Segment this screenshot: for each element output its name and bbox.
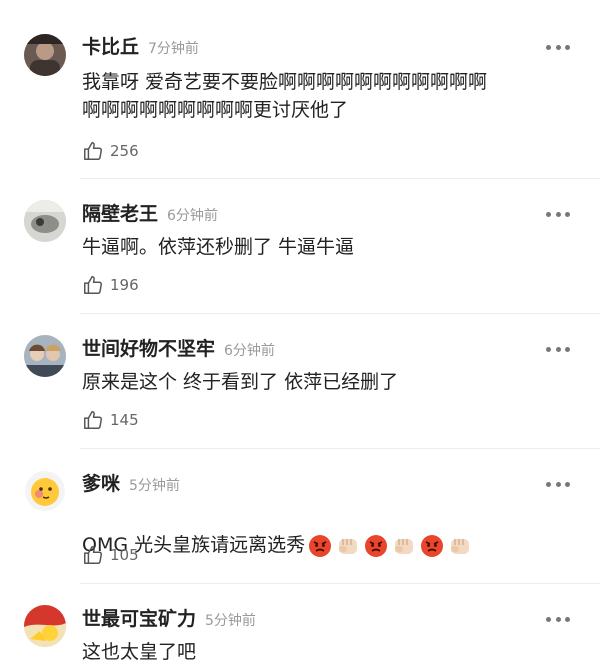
emoji-row — [308, 534, 472, 558]
username[interactable]: 隔壁老王 6分钟前 — [82, 203, 218, 227]
thumbs-up-icon — [84, 276, 102, 294]
username[interactable]: 卡比丘 7分钟前 — [82, 36, 199, 60]
red-yellow-avatar-icon[interactable] — [24, 605, 66, 647]
username-text[interactable]: 世间好物不坚牢 — [82, 338, 215, 360]
comment-list: 卡比丘 7分钟前 我靠呀 爱奇艺要不要脸啊啊啊啊啊啊啊啊啊啊啊 啊啊啊啊啊啊啊啊啊… — [0, 0, 600, 669]
like-count: 256 — [110, 142, 139, 160]
more-options-icon[interactable] — [546, 615, 570, 623]
like-button[interactable]: 145 — [82, 408, 139, 432]
timestamp: 6分钟前 — [224, 343, 275, 359]
username-text[interactable]: 爹咪 — [82, 473, 120, 495]
timestamp: 5分钟前 — [205, 613, 256, 629]
thumbs-up-icon — [84, 546, 102, 564]
angry-face-icon — [420, 534, 444, 558]
more-options-icon[interactable] — [546, 210, 570, 218]
more-options-icon[interactable] — [546, 43, 570, 51]
comment-text: 我靠呀 爱奇艺要不要脸啊啊啊啊啊啊啊啊啊啊啊 啊啊啊啊啊啊啊啊啊更讨厌他了 — [82, 71, 488, 121]
like-count: 196 — [110, 276, 139, 294]
dark-photo-avatar-icon[interactable] — [24, 34, 66, 76]
fist-icon — [392, 534, 416, 558]
angry-face-icon — [364, 534, 388, 558]
timestamp: 6分钟前 — [167, 208, 218, 224]
comment-item: 世最可宝矿力 5分钟前 这也太皇了吧 — [0, 584, 600, 669]
username[interactable]: 爹咪 5分钟前 — [82, 473, 180, 497]
more-options-icon[interactable] — [546, 480, 570, 488]
thumbs-up-icon — [84, 142, 102, 160]
like-count: 145 — [110, 411, 139, 429]
username-text[interactable]: 世最可宝矿力 — [82, 608, 196, 630]
comment-item: 爹咪 5分钟前 OMG 光头皇族请远离选秀 105 — [0, 449, 600, 583]
username[interactable]: 世最可宝矿力 5分钟前 — [82, 608, 256, 632]
two-faces-avatar-icon[interactable] — [24, 335, 66, 377]
comment-text: OMG 光头皇族请远离选秀 — [82, 503, 560, 559]
comment-text: 这也太皇了吧 — [82, 641, 197, 663]
angry-face-icon — [308, 534, 332, 558]
thumbs-up-icon — [84, 411, 102, 429]
like-button[interactable]: 256 — [82, 139, 139, 163]
comment-text: 牛逼啊。依萍还秒删了 牛逼牛逼 — [82, 236, 355, 258]
fist-icon — [448, 534, 472, 558]
yellow-face-avatar-icon[interactable] — [24, 470, 66, 512]
like-button[interactable]: 196 — [82, 273, 139, 297]
comment-text: 原来是这个 终于看到了 依萍已经删了 — [82, 371, 399, 393]
more-options-icon[interactable] — [546, 345, 570, 353]
timestamp: 7分钟前 — [148, 41, 199, 57]
timestamp: 5分钟前 — [129, 478, 180, 494]
username-text[interactable]: 卡比丘 — [82, 36, 139, 58]
comment-item: 隔壁老王 6分钟前 牛逼啊。依萍还秒删了 牛逼牛逼 196 — [0, 179, 600, 313]
username-text[interactable]: 隔壁老王 — [82, 203, 158, 225]
comment-item: 世间好物不坚牢 6分钟前 原来是这个 终于看到了 依萍已经删了 145 — [0, 314, 600, 448]
grey-photo-avatar-icon[interactable] — [24, 200, 66, 242]
fist-icon — [336, 534, 360, 558]
like-count: 105 — [110, 546, 139, 564]
username[interactable]: 世间好物不坚牢 6分钟前 — [82, 338, 275, 362]
like-button[interactable]: 105 — [82, 543, 139, 567]
comment-item: 卡比丘 7分钟前 我靠呀 爱奇艺要不要脸啊啊啊啊啊啊啊啊啊啊啊 啊啊啊啊啊啊啊啊啊… — [0, 0, 600, 178]
